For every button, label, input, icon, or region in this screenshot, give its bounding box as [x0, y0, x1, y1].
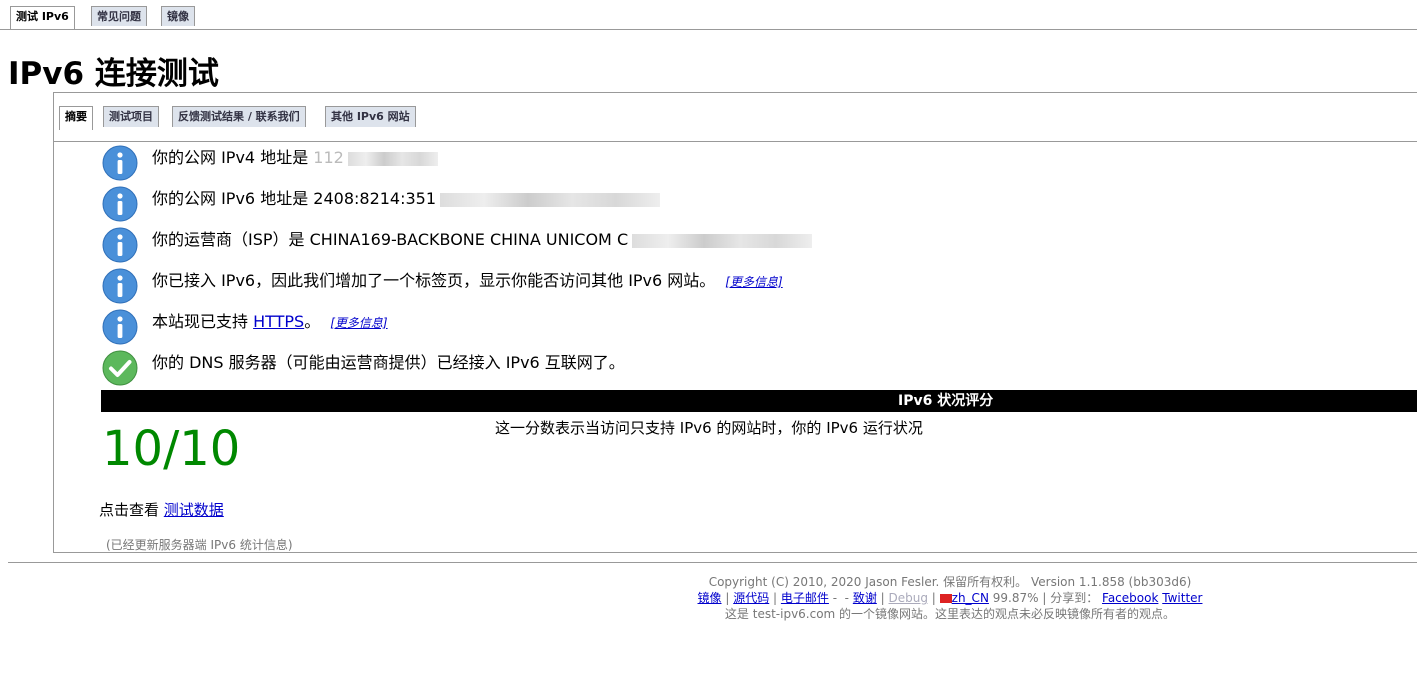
info-icon: [102, 186, 138, 222]
tab-summary[interactable]: 摘要: [59, 106, 93, 130]
tab-tests-run[interactable]: 测试项目: [103, 106, 159, 127]
email-link[interactable]: 电子邮件: [781, 591, 829, 605]
summary-panel: 摘要 测试项目 反馈测试结果 / 联系我们 其他 IPv6 网站 你的公网 IP…: [53, 92, 1417, 553]
redacted-block: [347, 151, 438, 166]
info-icon: [102, 309, 138, 345]
test-data-link[interactable]: 测试数据: [164, 501, 224, 519]
flag-icon: [939, 594, 952, 603]
facebook-link[interactable]: Facebook: [1102, 591, 1158, 605]
score-header-bar: IPv6 状况评分: [101, 390, 1417, 412]
tab-test-ipv6[interactable]: 测试 IPv6: [10, 6, 75, 29]
isp-label: 你的运营商（ISP）是: [152, 230, 310, 249]
footer: Copyright (C) 2010, 2020 Jason Fesler. 保…: [640, 574, 1260, 622]
sub-tab-bar: 摘要 测试项目 反馈测试结果 / 联系我们 其他 IPv6 网站: [54, 93, 1417, 142]
isp-value: CHINA169-BACKBONE CHINA UNICOM C: [309, 230, 629, 249]
info-icon: [102, 145, 138, 181]
https-link[interactable]: HTTPS: [253, 312, 304, 331]
ipv6-score: 10/10: [102, 421, 241, 477]
ipv4-value: 112: [313, 148, 344, 167]
info-icon: [102, 227, 138, 263]
redacted-block: [440, 192, 661, 207]
https-support-text: 本站现已支持: [152, 312, 254, 331]
share-label: 分享到：: [1050, 591, 1099, 605]
copyright: Copyright (C) 2010, 2020 Jason Fesler. 保…: [708, 575, 1192, 589]
debug-link[interactable]: Debug: [889, 591, 928, 605]
redacted-block: [632, 233, 813, 248]
view-data-prefix: 点击查看: [99, 501, 164, 519]
top-tab-bar: 测试 IPv6 常见问题 镜像: [0, 0, 1417, 30]
ipv6-tab-added-text: 你已接入 IPv6，因此我们增加了一个标签页，显示你能否访问其他 IPv6 网站…: [152, 271, 716, 290]
ipv6-value: 2408:8214:351: [313, 189, 437, 208]
source-link[interactable]: 源代码: [733, 591, 769, 605]
stats-note: (已经更新服务器端 IPv6 统计信息): [106, 538, 293, 552]
info-icon: [102, 268, 138, 304]
check-icon: [102, 350, 138, 386]
page-title: IPv6 连接测试: [8, 56, 219, 92]
dns-ipv6-text: 你的 DNS 服务器（可能由运营商提供）已经接入 IPv6 互联网了。: [152, 353, 625, 372]
https-suffix: 。: [304, 312, 321, 331]
mirror-link[interactable]: 镜像: [698, 591, 722, 605]
divider: [8, 562, 1417, 563]
thanks-link[interactable]: 致谢: [853, 591, 877, 605]
tab-faq[interactable]: 常见问题: [91, 6, 147, 26]
twitter-link[interactable]: Twitter: [1162, 591, 1202, 605]
ipv4-label: 你的公网 IPv4 地址是: [152, 148, 314, 167]
score-description: 这一分数表示当访问只支持 IPv6 的网站时，你的 IPv6 运行状况: [495, 419, 923, 437]
view-test-data: 点击查看 测试数据: [99, 499, 224, 521]
mirror-note: 这是 test-ipv6.com 的一个镜像网站。这里表达的观点未必反映镜像所有…: [724, 607, 1176, 621]
more-info-link[interactable]: [更多信息]: [330, 316, 387, 330]
footer-links: 镜像 | 源代码 | 电子邮件 - - 致谢 | Debug | zh_CN 9…: [697, 591, 1203, 605]
tab-other-sites[interactable]: 其他 IPv6 网站: [325, 106, 416, 127]
tab-mirrors[interactable]: 镜像: [161, 6, 195, 26]
locale-link[interactable]: zh_CN: [952, 591, 989, 605]
locale-percent: 99.87%: [992, 591, 1039, 605]
tab-feedback[interactable]: 反馈测试结果 / 联系我们: [172, 106, 306, 127]
ipv6-label: 你的公网 IPv6 地址是: [152, 189, 314, 208]
score-header: IPv6 状况评分: [898, 393, 994, 409]
more-info-link[interactable]: [更多信息]: [725, 275, 782, 289]
